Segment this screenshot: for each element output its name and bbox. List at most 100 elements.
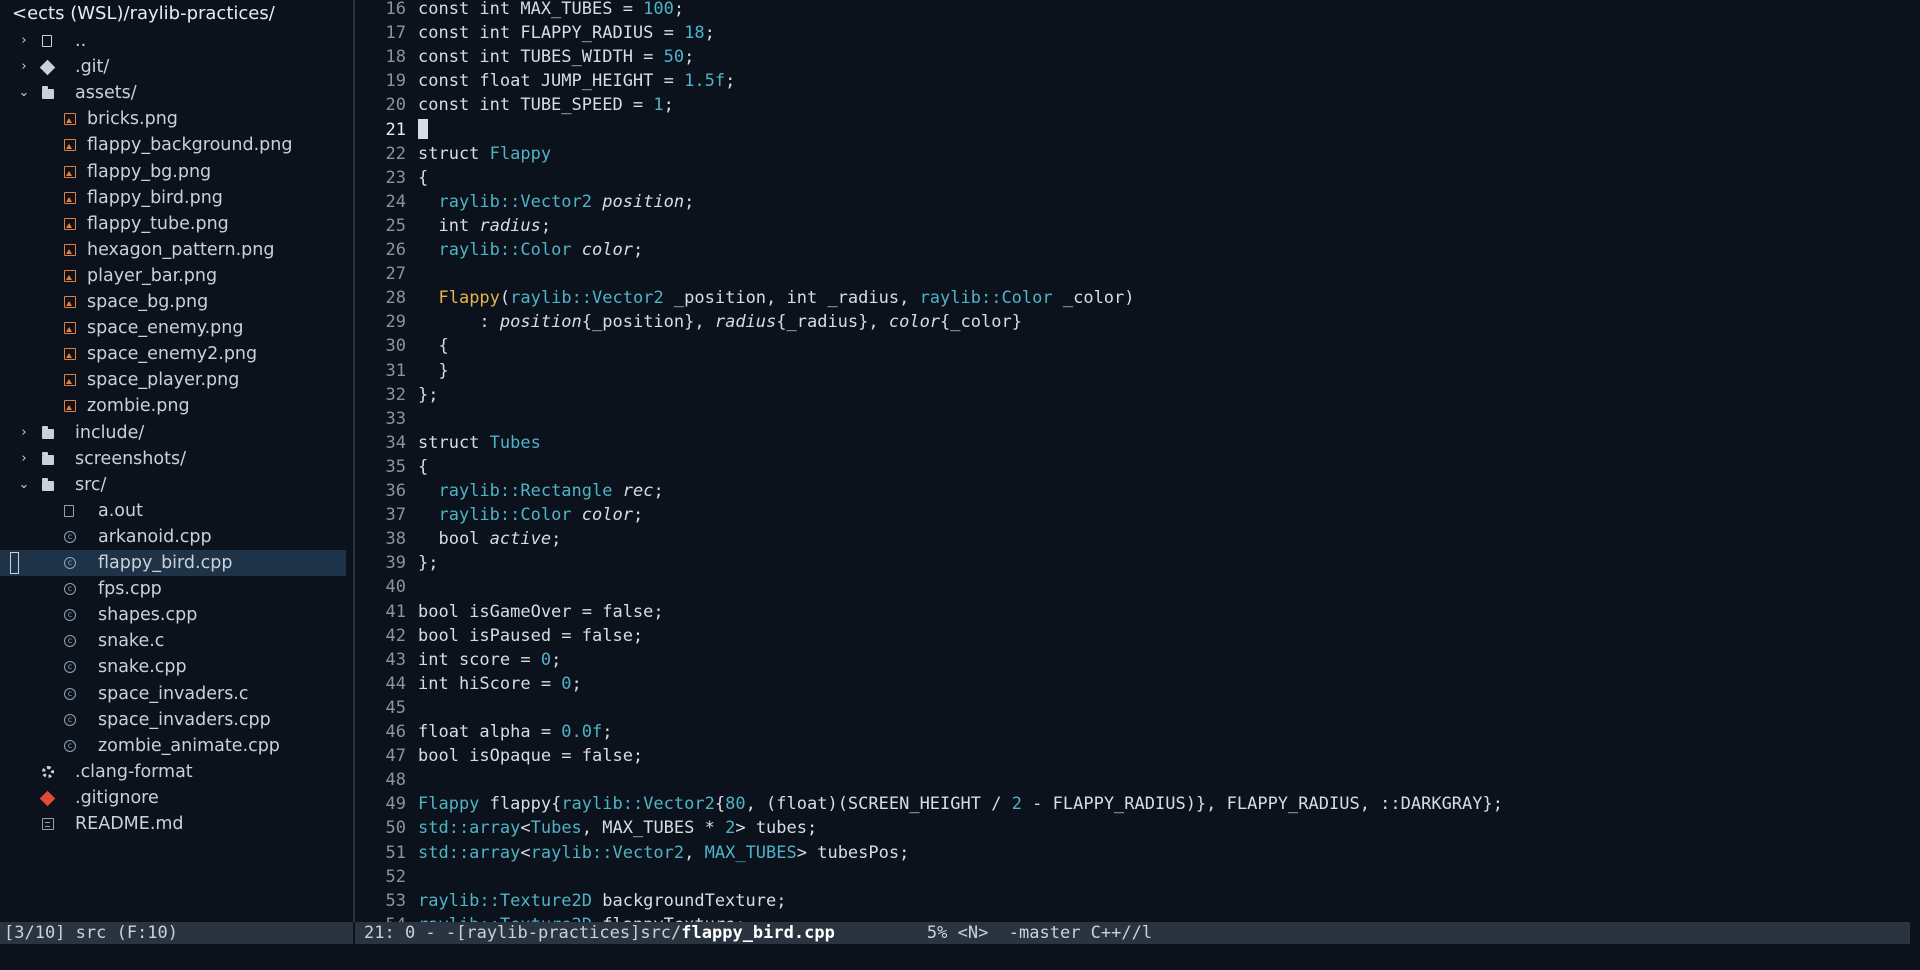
code-token: ; bbox=[602, 722, 613, 742]
code-line[interactable]: 23 { bbox=[356, 166, 429, 190]
line-number: 45 bbox=[385, 697, 406, 718]
code-line[interactable]: 33 bbox=[356, 407, 418, 431]
line-number: 19 bbox=[385, 71, 406, 92]
code-line[interactable]: 17 const int FLAPPY_RADIUS = 18; bbox=[356, 21, 715, 45]
tree-item[interactable]: flappy_bird.png bbox=[0, 185, 346, 211]
code-line[interactable]: 37 raylib::Color color; bbox=[356, 503, 644, 527]
tree-item[interactable]: flappy_bg.png bbox=[0, 159, 346, 185]
image-file-icon bbox=[64, 296, 76, 308]
code-token: raylib::Texture2D bbox=[418, 915, 592, 922]
code-line[interactable]: 41 bool isGameOver = false; bbox=[356, 600, 664, 624]
tree-item[interactable]: a.out bbox=[0, 498, 346, 524]
code-line[interactable]: 48 bbox=[356, 768, 418, 792]
tree-item[interactable]: ⌄ assets/ bbox=[0, 80, 346, 106]
tree-item[interactable]: c space_invaders.cpp bbox=[0, 707, 346, 733]
code-line[interactable]: 27 bbox=[356, 262, 418, 286]
tree-item[interactable]: › .git/ bbox=[0, 54, 346, 80]
tree-item[interactable]: flappy_tube.png bbox=[0, 211, 346, 237]
code-line[interactable]: 52 bbox=[356, 865, 418, 889]
code-line[interactable]: 46 float alpha = 0.0f; bbox=[356, 720, 613, 744]
code-line[interactable]: 32}; bbox=[356, 383, 439, 407]
code-line[interactable]: 16 const int MAX_TUBES = 100; bbox=[356, 0, 685, 21]
code-line[interactable]: 35 { bbox=[356, 455, 429, 479]
code-token: std::array bbox=[418, 818, 521, 839]
image-file-icon bbox=[64, 113, 76, 126]
line-number: 17 bbox=[385, 23, 406, 44]
tree-item[interactable]: player_bar.png bbox=[0, 263, 346, 289]
tree-item[interactable]: hexagon_pattern.png bbox=[0, 237, 346, 263]
tree-item[interactable]: c zombie_animate.cpp bbox=[0, 733, 346, 759]
tree-item[interactable]: c arkanoid.cpp bbox=[0, 524, 346, 550]
tree-item[interactable]: .gitignore bbox=[0, 785, 346, 811]
code-editor[interactable]: 16 const int MAX_TUBES = 100; 17 const int … bbox=[356, 0, 1910, 922]
code-line[interactable]: 40 bbox=[356, 575, 418, 599]
line-number: 29 bbox=[385, 312, 406, 333]
code-line[interactable]: 54raylib::Texture2D flappyTexture; bbox=[356, 913, 746, 922]
tree-item-label: include/ bbox=[75, 422, 145, 443]
tree-item[interactable]: c space_invaders.c bbox=[0, 681, 346, 707]
code-line[interactable]: 39}; bbox=[356, 551, 439, 575]
code-line[interactable]: 45 bbox=[356, 696, 418, 720]
code-line[interactable]: 50 std::array<Tubes, MAX_TUBES * 2> tubes… bbox=[356, 816, 818, 840]
tree-item[interactable]: space_enemy.png bbox=[0, 315, 346, 341]
tree-item[interactable]: c fps.cpp bbox=[0, 576, 346, 602]
code-token: raylib::Vector2 bbox=[438, 191, 593, 212]
code-line[interactable]: 21 bbox=[356, 118, 428, 142]
tree-item[interactable]: flappy_background.png bbox=[0, 132, 346, 158]
code-token: }; bbox=[418, 384, 439, 405]
tree-item[interactable]: bricks.png bbox=[0, 106, 346, 132]
code-token: ; bbox=[684, 191, 695, 212]
tree-item[interactable]: ⌄ src/ bbox=[0, 472, 346, 498]
code-token: raylib::Color bbox=[919, 288, 1053, 309]
chevron-right-icon[interactable]: › bbox=[17, 28, 31, 54]
code-line[interactable]: 22 struct Flappy bbox=[356, 142, 552, 166]
tree-item[interactable]: c shapes.cpp bbox=[0, 602, 346, 628]
code-token: color bbox=[888, 312, 941, 333]
chevron-down-icon[interactable]: ⌄ bbox=[17, 472, 31, 498]
tree-item[interactable]: c flappy_bird.cpp bbox=[0, 550, 346, 576]
code-line[interactable]: 53 raylib::Texture2D backgroundTexture; bbox=[356, 889, 787, 913]
code-line[interactable]: 25 int radius; bbox=[356, 214, 552, 238]
tree-item-label: a.out bbox=[98, 500, 143, 521]
code-line[interactable]: 18 const int TUBES_WIDTH = 50; bbox=[356, 45, 695, 69]
chevron-right-icon[interactable]: › bbox=[17, 54, 31, 80]
chevron-down-icon[interactable]: ⌄ bbox=[17, 80, 31, 106]
line-number: 35 bbox=[385, 456, 406, 477]
code-line[interactable]: 34 struct Tubes bbox=[356, 431, 541, 455]
tree-item[interactable]: zombie.png bbox=[0, 393, 346, 419]
tree-item[interactable]: c snake.c bbox=[0, 628, 346, 654]
code-line[interactable]: 49 Flappy flappy{raylib::Vector2{80, (flo… bbox=[356, 792, 1503, 816]
line-number: 22 bbox=[385, 143, 406, 164]
tree-item[interactable]: space_enemy2.png bbox=[0, 341, 346, 367]
chevron-right-icon[interactable]: › bbox=[17, 446, 31, 472]
code-line[interactable]: 51 std::array<raylib::Vector2, MAX_TUBES>… bbox=[356, 841, 910, 865]
code-line[interactable]: 19 const float JUMP_HEIGHT = 1.5f; bbox=[356, 69, 736, 93]
code-line[interactable]: 24 raylib::Vector2 position; bbox=[356, 190, 695, 214]
code-line[interactable]: 42 bool isPaused = false; bbox=[356, 624, 644, 648]
code-token: std::array bbox=[418, 842, 521, 863]
tree-item[interactable]: › include/ bbox=[0, 420, 346, 446]
code-line[interactable]: 38 bool active; bbox=[356, 527, 562, 551]
tree-item-label: snake.cpp bbox=[98, 657, 187, 678]
code-line[interactable]: 26 raylib::Color color; bbox=[356, 238, 644, 262]
chevron-right-icon[interactable]: › bbox=[17, 420, 31, 446]
code-line[interactable]: 30 { bbox=[356, 334, 449, 358]
tree-item[interactable]: space_player.png bbox=[0, 367, 346, 393]
code-line[interactable]: 43 int score = 0; bbox=[356, 648, 562, 672]
image-file-icon bbox=[64, 400, 76, 413]
tree-item[interactable]: ›.. bbox=[0, 28, 346, 54]
line-number: 25 bbox=[385, 215, 406, 236]
tree-item[interactable]: .clang-format bbox=[0, 759, 346, 785]
code-line[interactable]: 29 : position{_position}, radius{_radius… bbox=[356, 310, 1022, 334]
code-line[interactable]: 36 raylib::Rectangle rec; bbox=[356, 479, 664, 503]
tree-item[interactable]: › screenshots/ bbox=[0, 446, 346, 472]
code-line[interactable]: 44 int hiScore = 0; bbox=[356, 672, 582, 696]
code-line[interactable]: 20 const int TUBE_SPEED = 1; bbox=[356, 93, 674, 117]
tree-item[interactable]: c snake.cpp bbox=[0, 654, 346, 680]
code-line[interactable]: 28 Flappy(raylib::Vector2 _position, int… bbox=[356, 286, 1135, 310]
tree-item[interactable]: README.md bbox=[0, 811, 346, 837]
tree-item[interactable]: space_bg.png bbox=[0, 289, 346, 315]
code-line[interactable]: 31 } bbox=[356, 359, 449, 383]
code-token: MAX_TUBES bbox=[704, 842, 797, 863]
code-line[interactable]: 47 bool isOpaque = false; bbox=[356, 744, 644, 768]
